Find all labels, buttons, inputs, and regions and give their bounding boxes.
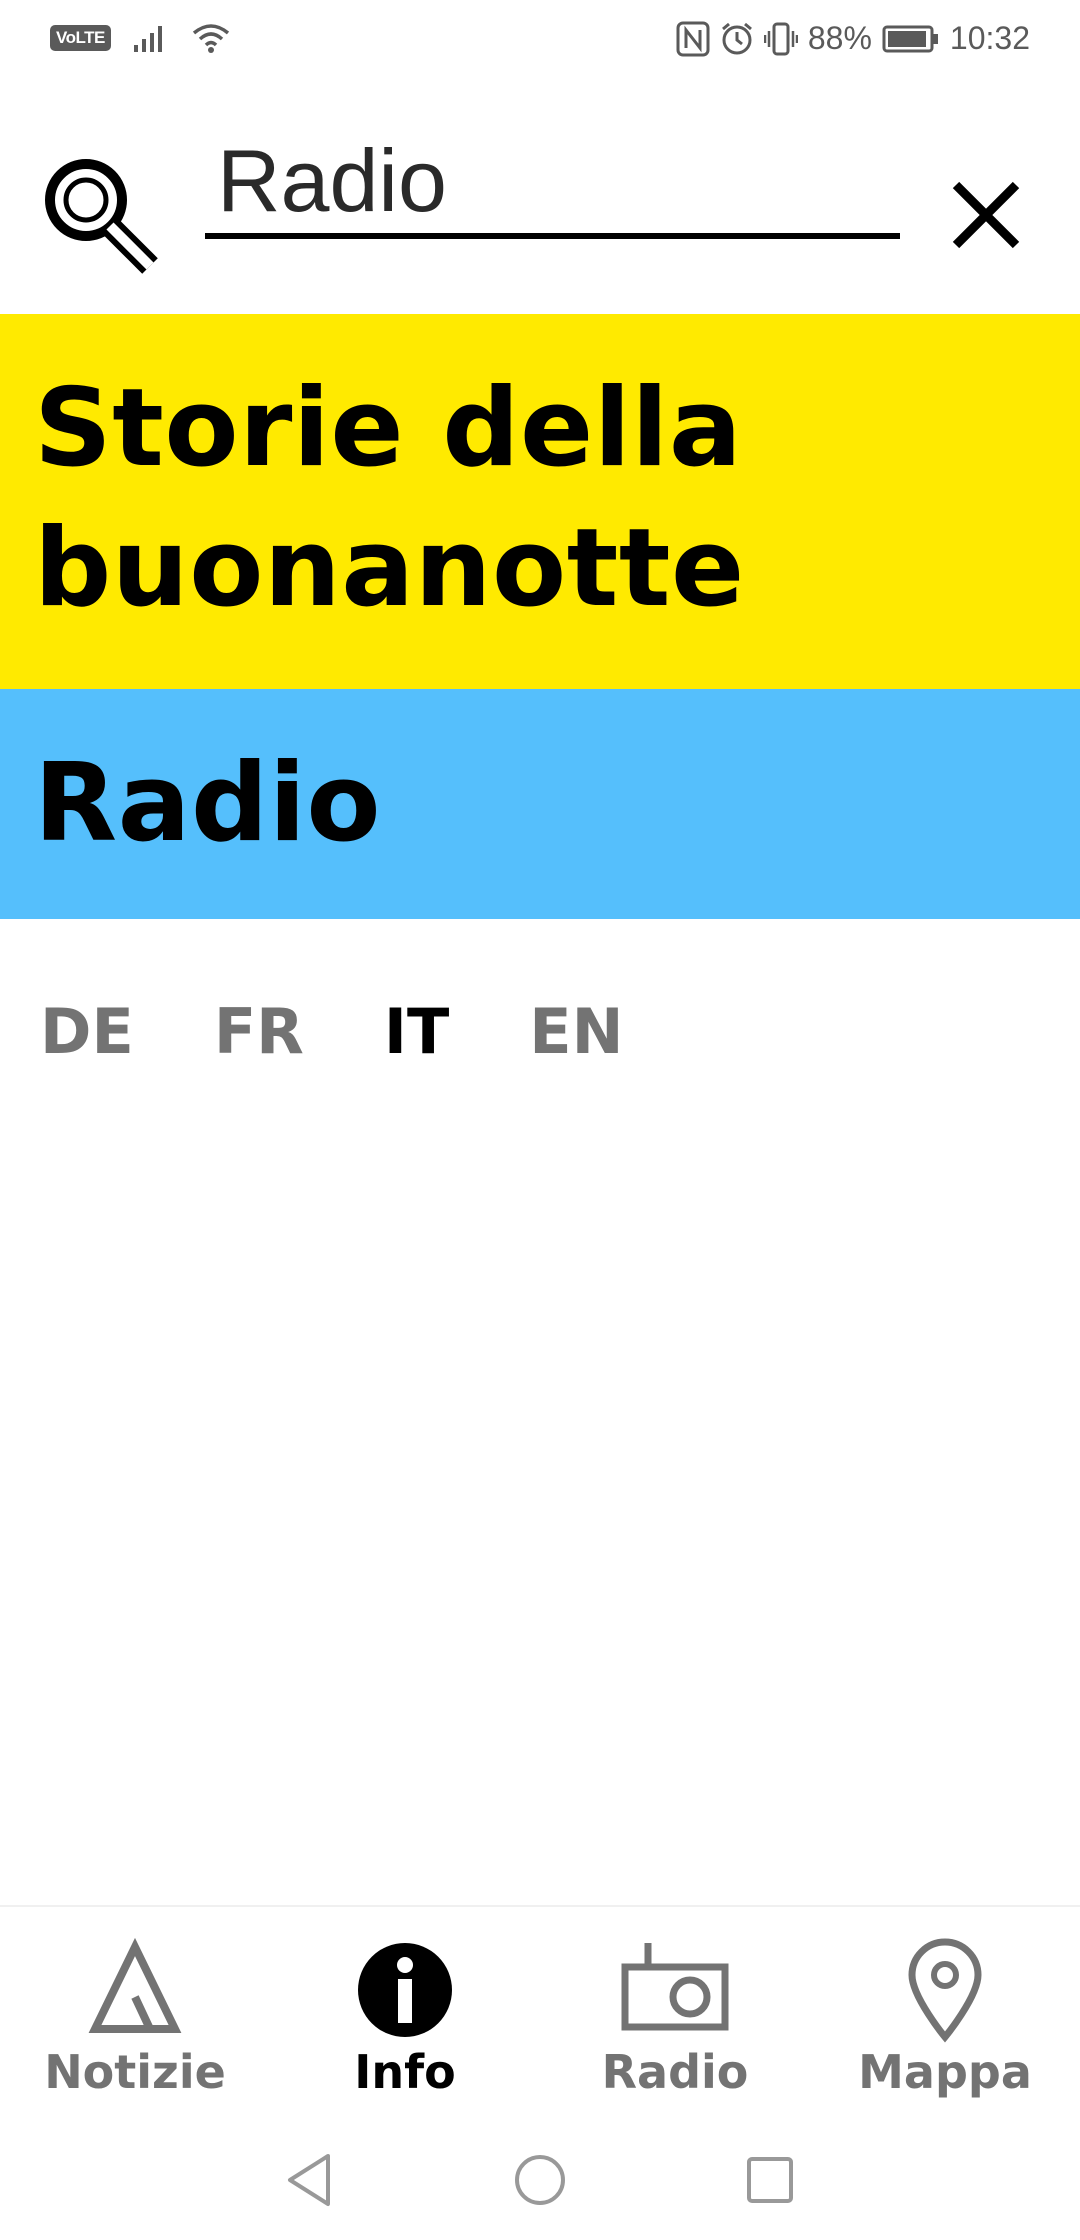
result-item-bedtime-stories[interactable]: Storie della buonanotte: [0, 314, 1080, 689]
search-header: [0, 84, 1080, 314]
vibrate-icon: [763, 22, 798, 55]
status-right: 88% 10:32: [676, 20, 1030, 57]
home-icon[interactable]: [508, 2148, 572, 2212]
wifi-icon: [192, 24, 229, 53]
back-icon[interactable]: [278, 2148, 342, 2212]
language-de[interactable]: DE: [40, 995, 134, 1068]
radio-icon: [621, 1943, 729, 2031]
search-input[interactable]: [205, 129, 900, 239]
status-left: VoLTE: [50, 22, 231, 54]
result-item-radio[interactable]: Radio: [0, 689, 1080, 919]
close-icon[interactable]: [950, 179, 1022, 251]
battery-icon: [882, 25, 938, 52]
status-bar: VoLTE 88% 10:32: [0, 0, 1080, 84]
screen: VoLTE 88% 10:32 Radio Storie della buona…: [0, 0, 1080, 2240]
language-fr[interactable]: FR: [214, 995, 304, 1068]
nav-item-radio[interactable]: Radio: [540, 1907, 810, 2122]
nav-item-info[interactable]: Info: [270, 1907, 540, 2122]
nav-label: Mappa: [858, 2045, 1032, 2099]
volte-badge: VoLTE: [50, 25, 111, 51]
search-icon: [45, 159, 158, 274]
language-en[interactable]: EN: [529, 995, 623, 1068]
nav-label: Notizie: [44, 2045, 226, 2099]
map-pin-icon: [908, 1938, 982, 2043]
nav-item-mappa[interactable]: Mappa: [810, 1907, 1080, 2122]
nav-item-notizie[interactable]: Notizie: [0, 1907, 270, 2122]
system-nav-bar: [0, 2120, 1080, 2240]
recents-icon[interactable]: [738, 2148, 802, 2212]
bottom-nav: Notizie Info Radio Mappa: [0, 1905, 1080, 2122]
signal-icon: [133, 26, 162, 52]
language-it[interactable]: IT: [384, 995, 449, 1068]
alarm-icon: [721, 22, 752, 54]
result-label: Storie della buonanotte: [34, 366, 745, 631]
battery-percent: 88%: [807, 20, 872, 56]
clock: 10:32: [949, 20, 1030, 56]
nav-label: Info: [354, 2045, 456, 2099]
info-icon: [358, 1943, 452, 2037]
nfc-icon: [676, 21, 710, 56]
result-label: Radio: [34, 741, 382, 866]
tent-icon: [88, 1937, 182, 2033]
nav-label: Radio: [601, 2045, 749, 2099]
language-selector: DE FR IT EN: [40, 995, 624, 1068]
